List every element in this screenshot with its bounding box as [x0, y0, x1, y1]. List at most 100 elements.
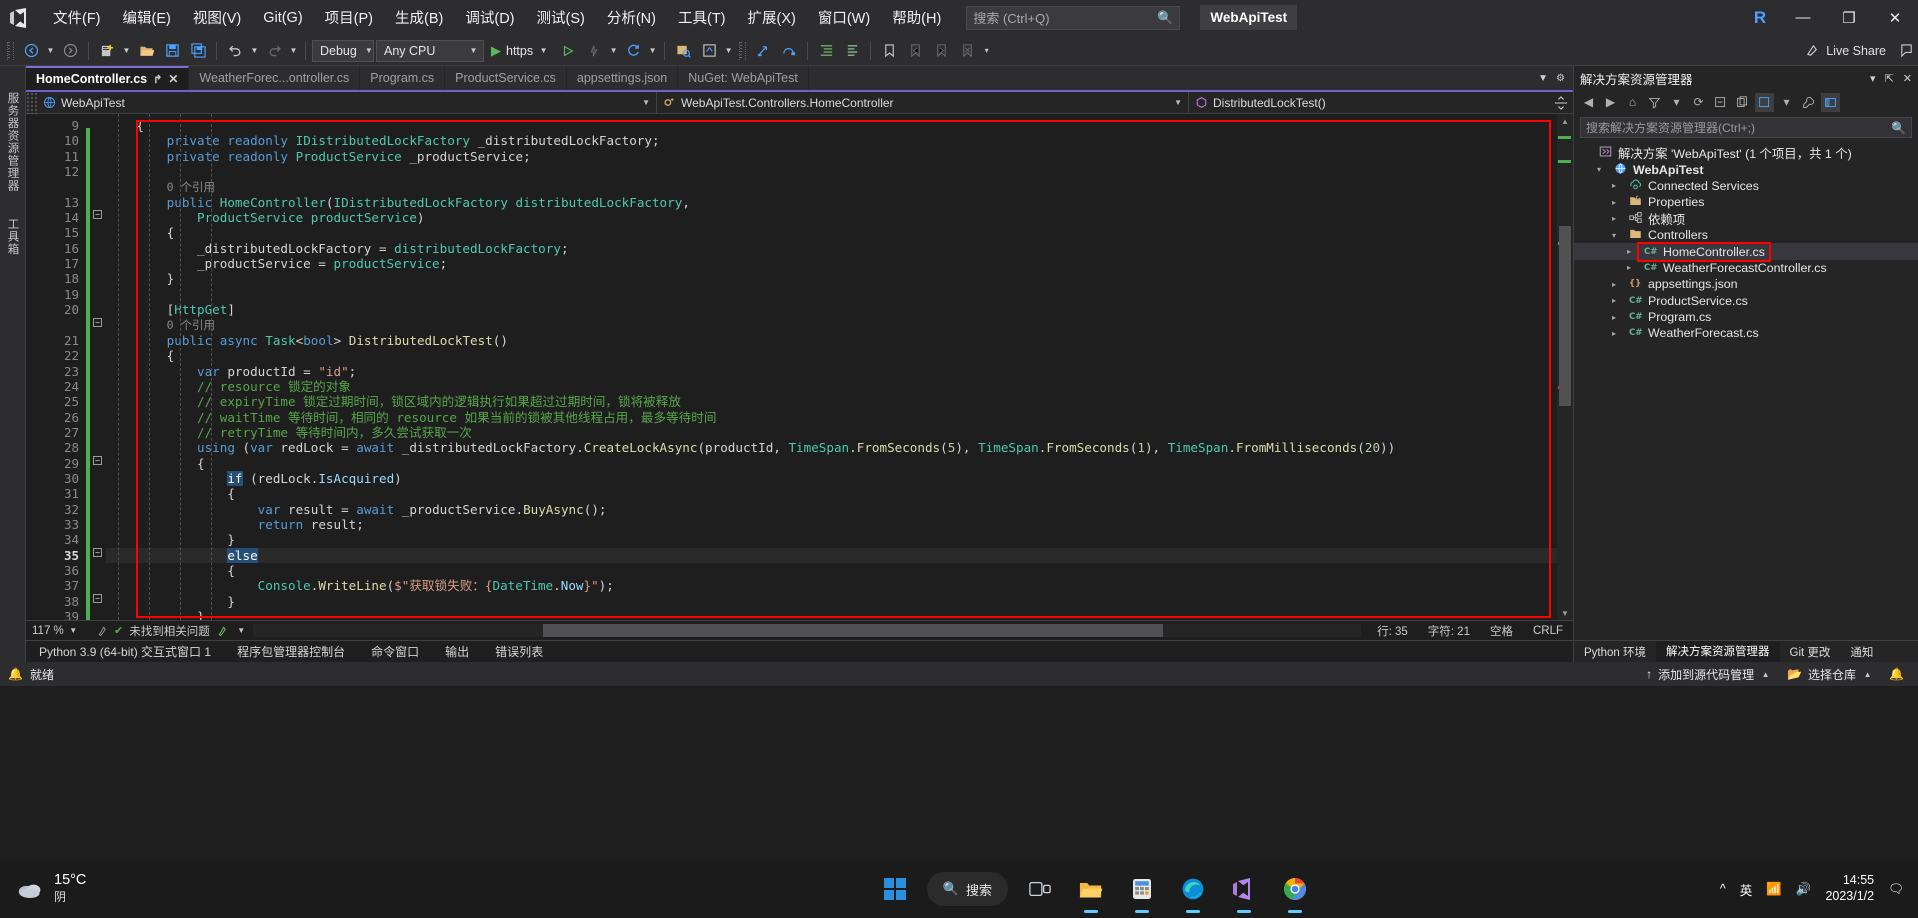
menu-item-5[interactable]: 生成(B) [384, 1, 454, 34]
open-file-icon[interactable] [134, 39, 158, 63]
editor-settings-gear-icon[interactable]: ⚙ [1556, 73, 1565, 84]
document-tab-2[interactable]: Program.cs [360, 66, 446, 90]
view-mode-chevron-down-icon[interactable]: ▾ [1777, 93, 1796, 112]
solution-tree-item-6[interactable]: ▸ C# HomeController.cs [1574, 241, 1918, 262]
code-line[interactable]: ProductService productService) [106, 210, 1557, 225]
toolbar-grip-2[interactable] [739, 41, 747, 60]
filter-chevron-down-icon[interactable]: ▾ [1667, 93, 1686, 112]
collapsed-arrow-icon[interactable]: ▸ [1608, 214, 1620, 223]
solution-tree-item-11[interactable]: ▸ C# WeatherForecast.cs [1574, 325, 1918, 341]
document-tab-0[interactable]: HomeController.cs ↱ ✕ [26, 66, 190, 90]
hot-reload-dropdown-icon[interactable]: ▼ [608, 46, 619, 55]
code-line[interactable]: } [106, 532, 1557, 547]
pending-changes-filter-icon[interactable] [1645, 93, 1664, 112]
code-line[interactable]: { [106, 486, 1557, 501]
breadcrumb-project-chevron-down-icon[interactable]: ▼ [632, 98, 650, 107]
code-line[interactable]: 0 个引用 [106, 317, 1557, 332]
solution-tree-item-8[interactable]: ▸ {} appsettings.json [1574, 276, 1918, 292]
menu-item-4[interactable]: 项目(P) [314, 1, 384, 34]
start-without-debugging-icon[interactable] [556, 39, 580, 63]
undo-icon[interactable] [223, 39, 247, 63]
tab-list-chevron-down-icon[interactable]: ▼ [1538, 73, 1548, 84]
code-line[interactable]: public HomeController(IDistributedLockFa… [106, 195, 1557, 210]
taskbar-search-box[interactable]: 🔍 搜索 [926, 872, 1009, 906]
collapsed-arrow-icon[interactable]: ▸ [1608, 198, 1620, 207]
menu-item-1[interactable]: 编辑(E) [112, 1, 182, 34]
solution-tree-item-4[interactable]: ▸ 依赖项 [1574, 211, 1918, 227]
solution-tree-item-1[interactable]: ▾ WebApiTest [1574, 161, 1918, 177]
menu-item-7[interactable]: 测试(S) [526, 1, 596, 34]
code-line[interactable]: { [106, 563, 1557, 578]
menu-item-3[interactable]: Git(G) [252, 4, 313, 32]
code-line[interactable]: } [106, 594, 1557, 609]
live-share-button[interactable]: Live Share [1805, 43, 1892, 58]
select-repository-button[interactable]: 📂 选择仓库 ▲ [1787, 666, 1873, 683]
back-icon[interactable]: ◀ [1579, 93, 1598, 112]
taskbar-weather-widget[interactable]: 15°C 阴 [0, 872, 470, 905]
hot-reload-icon[interactable] [582, 39, 606, 63]
document-tab-4[interactable]: appsettings.json [566, 66, 679, 90]
solution-platform-dropdown[interactable]: Any CPU ▼ [376, 39, 484, 62]
code-line[interactable]: else [106, 547, 1557, 563]
zoom-level-dropdown[interactable]: 117 % ▼ [26, 625, 92, 637]
solution-panel-tab-0[interactable]: Python 环境 [1574, 644, 1656, 660]
navigate-backward-icon[interactable] [19, 39, 43, 63]
new-project-icon[interactable] [95, 39, 119, 63]
solution-tree[interactable]: 解决方案 'WebApiTest' (1 个项目，共 1 个) ▾ WebApiTe… [1574, 141, 1918, 342]
clear-bookmarks-icon[interactable] [955, 39, 979, 63]
breadcrumb-project[interactable]: WebApiTest ▼ [37, 91, 657, 114]
undo-dropdown-icon[interactable]: ▼ [249, 46, 260, 55]
server-explorer-tab[interactable]: 服务器资源管理器 [5, 92, 21, 192]
document-tab-1[interactable]: WeatherForec...ontroller.cs [189, 66, 361, 90]
code-line[interactable]: // resource 锁定的对象 [106, 379, 1557, 394]
save-all-icon[interactable] [186, 39, 210, 63]
panel-tab-3[interactable]: 输出 [432, 641, 482, 663]
notifications-icon[interactable]: 🔔 [8, 667, 23, 681]
issue-filter-icon[interactable] [210, 625, 236, 637]
code-editor[interactable]: 9 10 11 12 13 14 15 16 17 18 19 20 21 22 23 24 25 26 27 28 2… [26, 114, 1573, 620]
feedback-icon[interactable] [1894, 39, 1918, 63]
hscroll-thumb[interactable] [542, 624, 1163, 637]
redo-dropdown-icon[interactable]: ▼ [288, 46, 299, 55]
edge-button[interactable] [1174, 870, 1212, 913]
code-line[interactable]: { [106, 456, 1557, 471]
toolbox-tab[interactable]: 工具箱 [5, 218, 21, 256]
preview-selected-items-icon[interactable] [1821, 92, 1840, 112]
network-icon[interactable]: 📶 [1766, 882, 1782, 897]
collapsed-arrow-icon[interactable]: ▸ [1608, 296, 1620, 305]
code-line[interactable]: { [106, 118, 1557, 133]
collapsed-arrow-icon[interactable]: ▸ [1623, 263, 1635, 272]
menu-item-2[interactable]: 视图(V) [182, 1, 252, 34]
issue-nav-icon[interactable] [92, 625, 114, 637]
code-line[interactable]: 0 个引用 [106, 179, 1557, 194]
split-editor-icon[interactable] [1549, 95, 1573, 110]
indent-icon[interactable] [814, 39, 838, 63]
line-ending-label[interactable]: CRLF [1523, 625, 1573, 637]
code-line[interactable]: Console.WriteLine($"获取锁失败：{DateTime.Now}… [106, 578, 1557, 593]
forward-icon[interactable]: ▶ [1601, 93, 1620, 112]
navigate-backward-dropdown-icon[interactable]: ▼ [45, 46, 56, 55]
code-line[interactable]: { [106, 348, 1557, 363]
panel-tab-0[interactable]: Python 3.9 (64-bit) 交互式窗口 1 [26, 641, 224, 663]
next-bookmark-icon[interactable] [929, 39, 953, 63]
menu-item-11[interactable]: 窗口(W) [807, 1, 881, 34]
new-project-dropdown-icon[interactable]: ▼ [121, 46, 132, 55]
scroll-down-icon[interactable]: ▼ [1557, 606, 1573, 620]
code-line[interactable]: // retryTime 等待时间内，多久尝试获取一次 [106, 425, 1557, 440]
indentation-label[interactable]: 空格 [1480, 623, 1523, 639]
start-button[interactable] [876, 870, 914, 908]
collapsed-arrow-icon[interactable]: ▸ [1608, 329, 1620, 338]
code-line[interactable]: var result = await _productService.BuyAs… [106, 502, 1557, 517]
volume-icon[interactable]: 🔊 [1796, 882, 1812, 897]
panel-close-icon[interactable]: ✕ [1903, 72, 1912, 85]
menu-item-9[interactable]: 工具(T) [667, 1, 737, 34]
breadcrumb-member[interactable]: DistributedLockTest() [1189, 92, 1549, 114]
breadcrumb-type-chevron-down-icon[interactable]: ▼ [1164, 98, 1182, 107]
code-line[interactable]: private readonly IDistributedLockFactory… [106, 133, 1557, 148]
code-line[interactable]: _productService = productService; [106, 256, 1557, 271]
collapsed-arrow-icon[interactable]: ▸ [1623, 247, 1635, 256]
code-line[interactable]: var productId = "id"; [106, 364, 1557, 379]
code-line[interactable]: return result; [106, 517, 1557, 532]
minimize-button[interactable]: — [1780, 0, 1826, 36]
notification-center-icon[interactable]: 🗨 [1888, 882, 1904, 897]
